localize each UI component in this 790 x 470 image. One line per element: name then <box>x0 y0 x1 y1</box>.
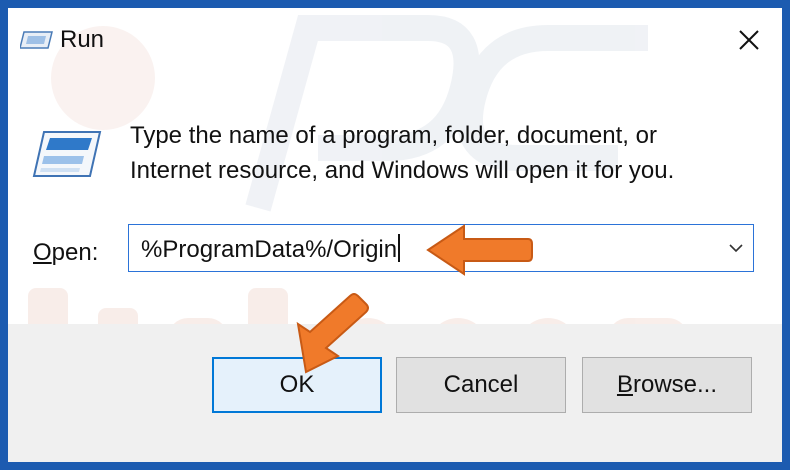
run-icon <box>20 31 53 49</box>
open-combobox[interactable]: %ProgramData%/Origin <box>128 224 754 272</box>
open-label-accelerator: O <box>33 239 52 266</box>
title-bar[interactable]: Run <box>8 8 782 70</box>
open-input-value: %ProgramData%/Origin <box>141 236 398 263</box>
browse-accelerator: B <box>616 371 633 398</box>
ok-button[interactable]: OK <box>212 357 382 413</box>
window-title: Run <box>60 26 105 53</box>
chevron-down-icon[interactable] <box>727 239 745 257</box>
browse-label: rowse... <box>632 371 718 398</box>
run-program-icon <box>32 131 102 177</box>
cancel-button[interactable]: Cancel <box>396 357 566 413</box>
open-label-text: pen: <box>51 239 99 266</box>
browse-button[interactable]: Browse... <box>582 357 752 413</box>
close-button[interactable] <box>726 20 772 60</box>
description-line-2: Internet resource, and Windows will open… <box>130 157 675 184</box>
open-input[interactable]: %ProgramData%/Origin <box>141 234 401 265</box>
description-line-1: Type the name of a program, folder, docu… <box>130 122 657 149</box>
open-label: Open: <box>33 238 98 268</box>
text-caret <box>398 234 401 262</box>
dialog-description: Type the name of a program, folder, docu… <box>130 118 750 188</box>
close-icon <box>739 30 759 50</box>
